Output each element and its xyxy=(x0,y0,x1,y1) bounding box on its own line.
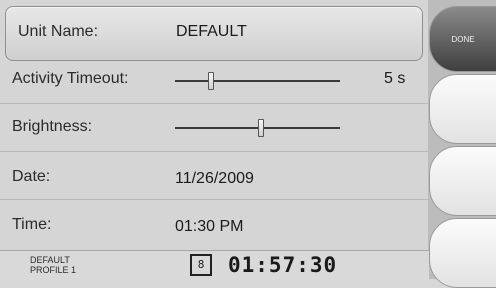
side-button-3[interactable] xyxy=(429,146,496,216)
status-profile: PROFILE 1 xyxy=(30,265,77,275)
brightness-label: Brightness: xyxy=(12,118,93,135)
unit-name-label: Unit Name: xyxy=(18,23,99,40)
activity-timeout-slider-track[interactable] xyxy=(175,80,340,82)
side-button-column: DONE xyxy=(429,0,496,288)
brightness-row: Brightness: xyxy=(0,104,428,152)
side-button-4[interactable] xyxy=(429,218,496,288)
status-bar: DEFAULT PROFILE 1 xyxy=(0,250,429,280)
activity-timeout-value: 5 s xyxy=(384,70,406,87)
status-unit-name: DEFAULT xyxy=(30,255,70,265)
settings-panel: Unit Name: DEFAULT Activity Timeout: 5 s… xyxy=(0,0,429,250)
date-row[interactable]: Date: 11/26/2009 xyxy=(0,152,428,200)
activity-timeout-slider-thumb[interactable] xyxy=(208,72,215,90)
time-label: Time: xyxy=(12,216,52,233)
date-value: 11/26/2009 xyxy=(175,170,254,187)
done-button[interactable]: DONE xyxy=(429,6,496,72)
side-button-2[interactable] xyxy=(429,74,496,144)
time-value: 01:30 PM xyxy=(175,218,244,235)
date-label: Date: xyxy=(12,168,51,185)
lcd-indicator: 8 xyxy=(190,254,212,276)
unit-name-row[interactable]: Unit Name: DEFAULT xyxy=(5,6,423,61)
time-row[interactable]: Time: 01:30 PM xyxy=(0,200,428,248)
brightness-slider-thumb[interactable] xyxy=(257,119,264,137)
unit-name-value: DEFAULT xyxy=(176,23,247,40)
status-clock: 01:57:30 xyxy=(228,253,338,277)
activity-timeout-label: Activity Timeout: xyxy=(12,70,129,87)
activity-timeout-row: Activity Timeout: 5 s xyxy=(0,56,428,104)
